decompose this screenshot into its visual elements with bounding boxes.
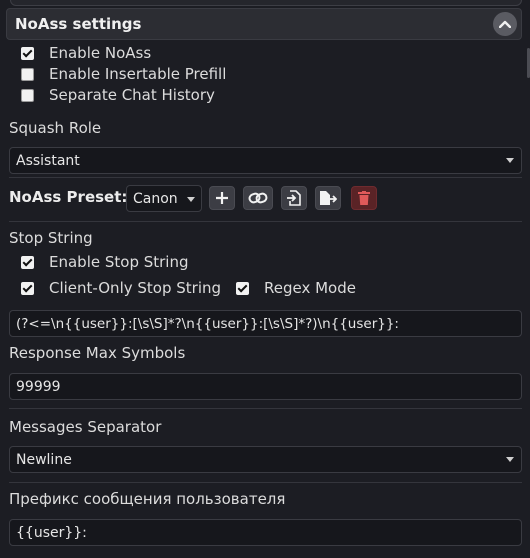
panel-title: NoAss settings [15,15,142,33]
user-prefix-label: Префикс сообщения пользователя [9,490,286,508]
user-prefix-value: {{user}}: [16,524,87,541]
regex-mode-checkbox[interactable]: Regex Mode [236,278,356,298]
preset-select[interactable]: Canon [126,185,202,212]
import-preset-button[interactable] [281,186,307,210]
stop-string-value: (?<=\n{{user}}:[\s\S]*?\n{{user}}:[\s\S]… [16,315,399,332]
checkbox-label: Enable NoAss [49,44,152,62]
checkbox-box[interactable] [21,281,34,295]
squash-role-label: Squash Role [9,119,102,137]
collapse-button[interactable] [493,12,517,36]
squash-role-select[interactable]: Assistant [9,147,522,174]
checkbox-label: Client-Only Stop String [49,279,222,297]
user-prefix-input[interactable]: {{user}}: [9,519,522,546]
chevron-up-icon [499,20,511,28]
messages-separator-value: Newline [16,451,72,468]
client-only-stop-string-checkbox[interactable]: Client-Only Stop String [21,278,221,298]
response-max-symbols-value: 99999 [16,378,61,395]
checkbox-label: Enable Stop String [49,253,189,271]
messages-separator-select[interactable]: Newline [9,446,522,473]
export-preset-button[interactable] [315,186,341,210]
divider [9,408,522,409]
divider [9,177,522,178]
import-icon [287,190,301,206]
dropdown-caret-icon [506,158,514,163]
trash-icon [358,191,370,205]
enable-insertable-prefill-checkbox[interactable]: Enable Insertable Prefill [21,64,226,84]
stop-string-input[interactable]: (?<=\n{{user}}:[\s\S]*?\n{{user}}:[\s\S]… [9,310,522,337]
checkbox-box[interactable] [21,67,34,81]
checkbox-box[interactable] [21,255,34,269]
squash-role-value: Assistant [16,152,80,169]
add-preset-button[interactable] [209,186,235,210]
noass-settings-header[interactable]: NoAss settings [6,8,522,40]
divider [9,221,522,222]
checkbox-box[interactable] [236,281,249,295]
plus-icon [216,192,228,204]
previous-panel-border [10,0,522,6]
separate-chat-history-checkbox[interactable]: Separate Chat History [21,85,215,105]
dropdown-caret-icon [506,457,514,462]
preset-label: NoAss Preset: [9,188,128,206]
link-preset-button[interactable] [243,186,273,210]
response-max-symbols-label: Response Max Symbols [9,344,186,362]
checkbox-box[interactable] [21,46,34,60]
enable-stop-string-checkbox[interactable]: Enable Stop String [21,252,189,272]
checkbox-label: Enable Insertable Prefill [49,65,227,83]
messages-separator-label: Messages Separator [9,418,162,436]
stop-string-label: Stop String [9,229,93,247]
dropdown-caret-icon [187,197,195,202]
preset-value: Canon [133,190,178,207]
delete-preset-button[interactable] [351,186,377,210]
checkbox-label: Separate Chat History [49,86,215,104]
checkbox-label: Regex Mode [264,279,356,297]
divider [9,482,522,483]
enable-noass-checkbox[interactable]: Enable NoAss [21,43,151,63]
export-icon [320,191,337,205]
checkbox-box[interactable] [21,88,34,102]
response-max-symbols-input[interactable]: 99999 [9,373,522,400]
previous-panel-edge [0,0,530,6]
link-icon [248,192,268,204]
